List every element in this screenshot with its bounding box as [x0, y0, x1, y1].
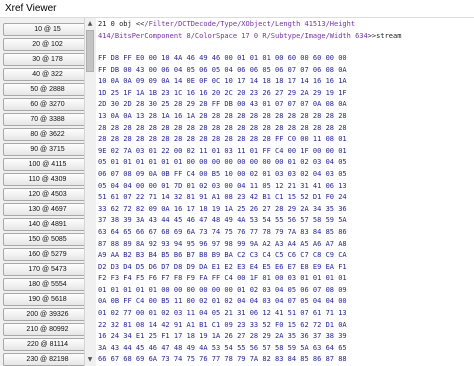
- object-header-entries-2: 414/BitsPerComponent 8/ColorSpace 17 0 R…: [98, 31, 368, 40]
- hex-row: 28 28 28 28 28 28 28 28 28 28 28 28 28 2…: [98, 135, 347, 144]
- hex-row: 22 32 81 08 14 42 91 A1 B1 C1 09 23 33 5…: [98, 320, 347, 329]
- scroll-down-arrow-icon[interactable]: ▼: [85, 355, 95, 365]
- hex-row: 01 02 77 00 01 02 03 11 04 05 21 31 06 1…: [98, 309, 347, 318]
- xref-entry-button[interactable]: 120 @ 4503: [3, 188, 92, 201]
- hex-row: 05 01 01 01 01 01 01 00 00 00 00 00 00 0…: [98, 158, 347, 167]
- xref-entry-button[interactable]: 50 @ 2888: [3, 83, 92, 96]
- hex-row: 33 62 72 82 09 0A 16 17 18 19 1A 25 26 2…: [98, 204, 347, 213]
- hex-row: F2 F3 F4 F5 F6 F7 F8 F9 FA FF C4 00 1F 0…: [98, 274, 347, 283]
- xref-entry-button[interactable]: 70 @ 3388: [3, 113, 92, 126]
- object-header-entries-1: /Filter/DCTDecode/Type/XObject/Length 41…: [144, 20, 356, 28]
- scroll-thumb[interactable]: [86, 30, 94, 72]
- xref-entry-button[interactable]: 80 @ 3622: [3, 128, 92, 141]
- hex-dump: FF D8 FF E0 00 10 4A 46 49 46 00 01 01 0…: [98, 53, 347, 366]
- object-header-suffix: >>stream: [367, 31, 402, 40]
- xref-entry-button[interactable]: 220 @ 81114: [3, 338, 92, 351]
- xref-entry-button[interactable]: 30 @ 178: [3, 53, 92, 66]
- title-bar: Xref Viewer: [0, 0, 474, 18]
- window-title: Xref Viewer: [5, 3, 57, 14]
- scroll-up-arrow-icon[interactable]: ▲: [85, 19, 95, 29]
- hex-row: 1D 25 1F 1A 1B 23 1C 16 16 20 2C 20 23 2…: [98, 88, 347, 97]
- hex-row: 06 07 08 09 0A 0B FF C4 00 B5 10 00 02 0…: [98, 169, 347, 178]
- hex-row: 9E 02 7A 03 01 22 00 02 11 01 03 11 01 F…: [98, 146, 347, 155]
- xref-entry-button[interactable]: 190 @ 5618: [3, 293, 92, 306]
- object-stream-view: 21 0 obj <</Filter/DCTDecode/Type/XObjec…: [96, 18, 474, 366]
- hex-row: D2 D3 D4 D5 D6 D7 D8 D9 DA E1 E2 E3 E4 E…: [98, 262, 347, 271]
- xref-entry-button[interactable]: 170 @ 5473: [3, 263, 92, 276]
- hex-row: 28 28 28 28 28 28 28 28 28 28 28 28 28 2…: [98, 123, 347, 132]
- object-header: 21 0 obj <</Filter/DCTDecode/Type/XObjec…: [98, 19, 401, 42]
- hex-row: 10 0A 0A 09 09 0A 14 0E 0F 0C 10 17 14 1…: [98, 77, 347, 86]
- xref-list-scrollbar[interactable]: ▲ ▼: [84, 18, 95, 366]
- xref-entry-button[interactable]: 90 @ 3715: [3, 143, 92, 156]
- hex-row: 2D 30 2D 28 30 25 28 29 28 FF DB 00 43 0…: [98, 100, 347, 109]
- hex-row: 16 24 34 E1 25 F1 17 18 19 1A 26 27 28 2…: [98, 332, 347, 341]
- hex-row: 66 67 68 69 6A 73 74 75 76 77 78 79 7A 8…: [98, 355, 347, 364]
- hex-row: FF D8 FF E0 00 10 4A 46 49 46 00 01 01 0…: [98, 54, 347, 62]
- xref-entry-button[interactable]: 160 @ 5279: [3, 248, 92, 261]
- hex-row: 37 38 39 3A 43 44 45 46 47 48 49 4A 53 5…: [98, 216, 347, 225]
- xref-entry-button[interactable]: 180 @ 5554: [3, 278, 92, 291]
- xref-entry-button[interactable]: 200 @ 39326: [3, 308, 92, 321]
- xref-entry-button[interactable]: 20 @ 102: [3, 38, 92, 51]
- hex-row: 51 61 07 22 71 14 32 81 91 A1 08 23 42 B…: [98, 193, 347, 202]
- xref-entry-button[interactable]: 140 @ 4891: [3, 218, 92, 231]
- xref-entry-button[interactable]: 100 @ 4115: [3, 158, 92, 171]
- hex-row: 01 01 01 01 01 00 00 00 00 00 00 01 02 0…: [98, 285, 347, 294]
- xref-entry-button[interactable]: 110 @ 4309: [3, 173, 92, 186]
- xref-entry-button[interactable]: 10 @ 15: [3, 23, 92, 36]
- object-header-prefix: 21 0 obj <<: [98, 20, 145, 28]
- xref-entry-button[interactable]: 150 @ 5085: [3, 233, 92, 246]
- hex-row: A9 AA B2 B3 B4 B5 B6 B7 B8 B9 BA C2 C3 C…: [98, 251, 347, 260]
- xref-list-panel: 10 @ 15 20 @ 102 30 @ 178 40 @ 322 50 @ 2888…: [0, 18, 95, 366]
- hex-row: 63 64 65 66 67 68 69 6A 73 74 75 76 77 7…: [98, 227, 347, 236]
- xref-entry-button[interactable]: 210 @ 80992: [3, 323, 92, 336]
- hex-row: 3A 43 44 45 46 47 48 49 4A 53 54 55 56 5…: [98, 343, 347, 352]
- hex-row: 05 04 04 00 00 01 7D 01 02 03 00 04 11 0…: [98, 181, 347, 190]
- hex-row: 87 88 89 8A 92 93 94 95 96 97 98 99 9A A…: [98, 239, 347, 248]
- hex-row: 13 0A 0A 13 28 1A 16 1A 28 28 28 28 28 2…: [98, 111, 347, 120]
- xref-entry-button[interactable]: 60 @ 3270: [3, 98, 92, 111]
- hex-row: FF DB 00 43 00 06 04 05 06 05 04 06 06 0…: [98, 65, 347, 74]
- xref-entry-button[interactable]: 230 @ 82198: [3, 353, 92, 366]
- xref-entry-button[interactable]: 40 @ 322: [3, 68, 92, 81]
- xref-entry-button[interactable]: 130 @ 4697: [3, 203, 92, 216]
- hex-row: 0A 0B FF C4 00 B5 11 00 02 01 02 04 04 0…: [98, 297, 347, 306]
